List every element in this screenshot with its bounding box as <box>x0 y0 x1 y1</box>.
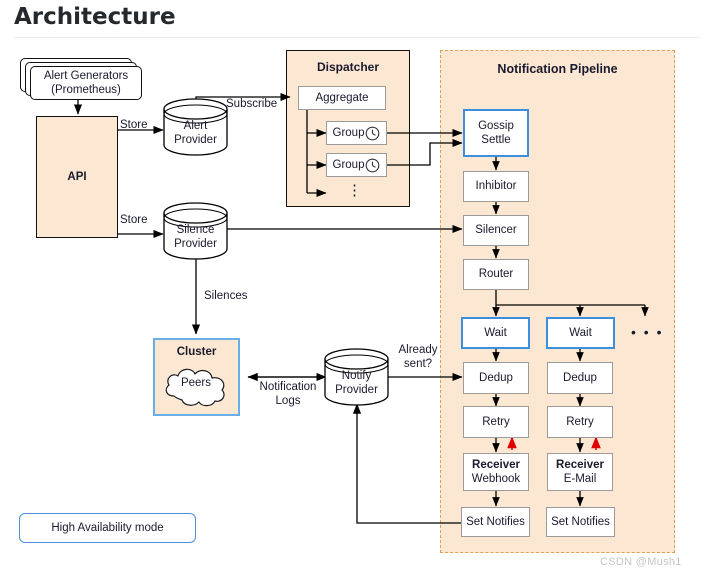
api-label: API <box>67 170 87 183</box>
router-node[interactable]: Router <box>463 259 529 290</box>
edge-label-store-alert: Store <box>120 119 148 131</box>
dispatcher-group-node-1[interactable]: Group <box>326 121 387 145</box>
notification-logs-line1: Notification <box>259 381 317 393</box>
wait-node-col1[interactable]: Wait <box>461 317 530 349</box>
ha-legend-label: High Availability mode <box>51 522 164 534</box>
gossip-settle-node[interactable]: Gossip Settle <box>463 109 529 157</box>
set-notifies-label-col1: Set Notifies <box>466 515 525 528</box>
pipeline-more-columns-icon: • • • <box>631 324 664 340</box>
receiver-kind-col1: Webhook <box>471 473 521 485</box>
edge-label-already-sent: Already sent? <box>392 344 444 372</box>
wait-node-col2[interactable]: Wait <box>546 317 615 349</box>
notification-logs-line2: Logs <box>275 394 301 407</box>
alert-generators-label-line1: Alert Generators <box>43 69 129 82</box>
wait-label-col1: Wait <box>484 326 507 339</box>
edge-label-store-silence: Store <box>120 214 148 226</box>
silence-provider-node[interactable]: Silence Provider <box>163 202 228 260</box>
peers-cloud-node[interactable]: Peers <box>160 362 232 410</box>
dedup-label-col1: Dedup <box>479 371 513 384</box>
notify-provider-node[interactable]: Notify Provider <box>324 348 389 406</box>
already-sent-line1: Already <box>398 344 438 356</box>
alert-provider-node[interactable]: Alert Provider <box>163 98 228 156</box>
gossip-settle-label-line2: Settle <box>481 134 511 146</box>
alert-provider-label-line1: Alert <box>183 120 208 132</box>
receiver-kind-col2: E-Mail <box>563 473 597 485</box>
alert-provider-label-line2: Provider <box>174 133 217 146</box>
api-node[interactable]: API <box>36 116 118 238</box>
notification-pipeline-title: Notification Pipeline <box>497 62 618 76</box>
dedup-label-col2: Dedup <box>563 371 597 384</box>
clock-icon <box>366 126 380 140</box>
retry-label-col1: Retry <box>482 415 510 428</box>
retry-node-col1[interactable]: Retry <box>463 406 529 438</box>
inhibitor-node[interactable]: Inhibitor <box>463 171 529 202</box>
retry-label-col2: Retry <box>566 415 594 428</box>
silencer-label: Silencer <box>475 224 517 237</box>
dispatcher-title: Dispatcher <box>316 60 380 74</box>
gossip-settle-label-line1: Gossip <box>478 119 514 132</box>
watermark: CSDN @Mush1 <box>600 556 682 568</box>
set-notifies-label-col2: Set Notifies <box>551 515 610 528</box>
silencer-node[interactable]: Silencer <box>463 215 529 246</box>
inhibitor-label: Inhibitor <box>475 180 517 193</box>
set-notifies-node-col2[interactable]: Set Notifies <box>546 507 615 537</box>
alert-generators-label-line2: (Prometheus) <box>51 84 121 96</box>
dispatcher-group-node-2[interactable]: Group <box>326 153 387 177</box>
edge-label-silences: Silences <box>204 290 248 302</box>
set-notifies-node-col1[interactable]: Set Notifies <box>461 507 530 537</box>
group-label-1: Group <box>332 126 365 139</box>
silence-provider-label-line2: Provider <box>174 237 217 250</box>
dispatcher-more-groups-icon: ⋮ <box>347 182 364 199</box>
receiver-title-col2: Receiver <box>556 458 604 471</box>
peers-label: Peers <box>180 377 212 389</box>
already-sent-line2: sent? <box>403 357 433 370</box>
edge-label-subscribe: Subscribe <box>226 98 278 110</box>
aggregate-label: Aggregate <box>315 91 369 104</box>
edge-label-notification-logs: Notification Logs <box>252 381 324 409</box>
architecture-diagram: Alert Generators (Prometheus) API Alert … <box>0 0 708 578</box>
router-label: Router <box>478 268 514 281</box>
receiver-node-col2[interactable]: Receiver E-Mail <box>547 453 613 491</box>
receiver-node-col1[interactable]: Receiver Webhook <box>463 453 529 491</box>
dispatcher-aggregate-node[interactable]: Aggregate <box>298 86 386 110</box>
high-availability-legend[interactable]: High Availability mode <box>19 513 196 543</box>
silence-provider-label-line1: Silence <box>176 224 215 236</box>
retry-node-col2[interactable]: Retry <box>547 406 613 438</box>
notify-provider-label-line2: Provider <box>335 383 378 396</box>
cluster-title: Cluster <box>176 346 217 358</box>
dedup-node-col2[interactable]: Dedup <box>547 362 613 394</box>
receiver-title-col1: Receiver <box>472 458 520 471</box>
dedup-node-col1[interactable]: Dedup <box>463 362 529 394</box>
clock-icon <box>366 158 380 172</box>
wait-label-col2: Wait <box>569 326 592 339</box>
notify-provider-label-line1: Notify <box>341 370 372 382</box>
alert-generators-node[interactable]: Alert Generators (Prometheus) <box>30 66 142 100</box>
group-label-2: Group <box>332 158 365 171</box>
